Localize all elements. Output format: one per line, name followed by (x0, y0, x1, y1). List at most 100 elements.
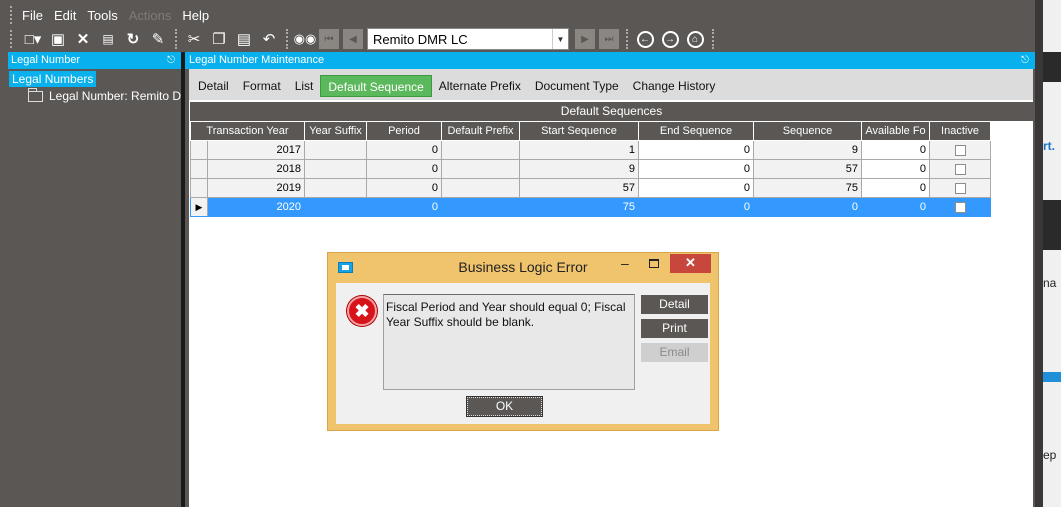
last-record-icon[interactable]: ⏭ (599, 29, 619, 49)
next-record-icon[interactable]: ▶ (575, 29, 595, 49)
cell-transaction-year[interactable]: 2019 (190, 178, 305, 198)
detail-button[interactable]: Detail (641, 295, 708, 314)
new-icon[interactable]: □▾ (22, 28, 44, 50)
inactive-checkbox[interactable] (954, 201, 966, 213)
menu-edit[interactable]: Edit (54, 8, 76, 23)
back-icon[interactable]: ← (634, 28, 656, 50)
cell-end-sequence[interactable]: 0 (638, 178, 754, 198)
toolbar-grip[interactable] (10, 30, 14, 48)
cell-year-suffix[interactable] (304, 178, 367, 198)
tab-default-sequence[interactable]: Default Sequence (320, 75, 432, 97)
tree-node-legal-number[interactable]: Legal Number: Remito D (28, 87, 181, 103)
undo-icon[interactable]: ↶ (258, 28, 280, 50)
cell-sequence[interactable]: 57 (753, 159, 862, 179)
maximize-icon[interactable] (649, 259, 659, 268)
cell-sequence[interactable]: 75 (753, 178, 862, 198)
cell-available-for[interactable]: 0 (861, 140, 930, 160)
cell-start-sequence[interactable]: 75 (519, 197, 639, 217)
refresh-icon[interactable]: ↻ (122, 28, 144, 50)
first-record-icon[interactable]: ⏮ (319, 29, 339, 49)
cell-sequence[interactable]: 9 (753, 140, 862, 160)
inactive-checkbox[interactable] (954, 163, 966, 175)
tab-detail[interactable]: Detail (191, 75, 236, 97)
close-icon[interactable]: ✕ (670, 254, 711, 273)
row-selector[interactable] (191, 179, 208, 197)
column-header-sequence[interactable]: Sequence (753, 121, 862, 141)
menubar-grip[interactable] (10, 6, 14, 24)
column-header-default-prefix[interactable]: Default Prefix (441, 121, 520, 141)
inactive-checkbox[interactable] (954, 144, 966, 156)
dialog-body: ✖ Fiscal Period and Year should equal 0;… (336, 283, 710, 424)
home-icon[interactable]: ⌂ (684, 28, 706, 50)
save-icon[interactable]: ▣ (47, 28, 69, 50)
open-book-icon[interactable]: ▤ (97, 28, 119, 50)
cell-end-sequence[interactable]: 0 (638, 140, 754, 160)
column-header-end-sequence[interactable]: End Sequence (638, 121, 754, 141)
table-row[interactable]: 2020 ▶ 0 75 0 0 0 (190, 197, 991, 217)
cell-period[interactable]: 0 (366, 159, 442, 179)
tab-change-history[interactable]: Change History (626, 75, 723, 97)
cell-period[interactable]: 0 (366, 140, 442, 160)
cell-year-suffix[interactable] (304, 140, 367, 160)
cell-period[interactable]: 0 (366, 178, 442, 198)
cell-default-prefix[interactable] (441, 159, 520, 179)
panel-splitter[interactable] (181, 52, 185, 507)
print-button[interactable]: Print (641, 319, 708, 338)
cell-start-sequence[interactable]: 57 (519, 178, 639, 198)
cell-period[interactable]: 0 (366, 197, 442, 217)
cell-default-prefix[interactable] (441, 178, 520, 198)
cell-transaction-year[interactable]: 2017 (190, 140, 305, 160)
tree-node-legal-numbers[interactable]: Legal Numbers (9, 71, 97, 87)
menu-file[interactable]: File (22, 8, 43, 23)
cell-transaction-year[interactable]: 2020 ▶ (190, 197, 305, 217)
column-header-period[interactable]: Period (366, 121, 442, 141)
copy-icon[interactable]: ❐ (208, 28, 230, 50)
inactive-checkbox[interactable] (954, 182, 966, 194)
cell-default-prefix[interactable] (441, 197, 520, 217)
cell-sequence[interactable]: 0 (753, 197, 862, 217)
table-row[interactable]: 2019 0 57 0 75 0 (190, 178, 991, 198)
error-message[interactable]: Fiscal Period and Year should equal 0; F… (383, 294, 635, 390)
pin-icon[interactable]: ⎋ (1021, 52, 1029, 69)
cell-default-prefix[interactable] (441, 140, 520, 160)
forward-icon[interactable]: → (659, 28, 681, 50)
row-selector[interactable] (191, 141, 208, 159)
table-row[interactable]: 2018 0 9 0 57 0 (190, 159, 991, 179)
tab-alternate-prefix[interactable]: Alternate Prefix (432, 75, 528, 97)
clear-broom-icon[interactable]: ✎ (147, 28, 169, 50)
tab-format[interactable]: Format (236, 75, 288, 97)
menu-help[interactable]: Help (182, 8, 209, 23)
column-header-year-suffix[interactable]: Year Suffix (304, 121, 367, 141)
tab-list[interactable]: List (288, 75, 321, 97)
column-header-transaction-year[interactable]: Transaction Year (190, 121, 305, 141)
cell-year-suffix[interactable] (304, 159, 367, 179)
previous-record-icon[interactable]: ◀ (343, 29, 363, 49)
cell-available-for[interactable]: 0 (861, 178, 930, 198)
cell-year-suffix[interactable] (304, 197, 367, 217)
delete-icon[interactable]: ✕ (72, 28, 94, 50)
tab-document-type[interactable]: Document Type (528, 75, 626, 97)
search-binoculars-icon[interactable]: ◉◉ (294, 28, 317, 50)
menu-tools[interactable]: Tools (87, 8, 117, 23)
current-row-arrow-icon[interactable]: ▶ (191, 198, 208, 216)
cell-start-sequence[interactable]: 1 (519, 140, 639, 160)
paste-icon[interactable]: ▤ (233, 28, 255, 50)
cut-icon[interactable]: ✂ (183, 28, 205, 50)
row-selector[interactable] (191, 160, 208, 178)
column-header-available-for[interactable]: Available Fo (861, 121, 930, 141)
minimize-icon[interactable]: – (621, 255, 629, 271)
cell-transaction-year[interactable]: 2018 (190, 159, 305, 179)
cell-available-for[interactable]: 0 (861, 159, 930, 179)
dialog-title-bar[interactable]: Business Logic Error – ✕ (328, 253, 718, 283)
cell-start-sequence[interactable]: 9 (519, 159, 639, 179)
column-header-inactive[interactable]: Inactive (929, 121, 991, 141)
company-dropdown[interactable]: Remito DMR LC ▼ (367, 28, 569, 50)
cell-end-sequence[interactable]: 0 (638, 197, 754, 217)
cell-available-for[interactable]: 0 (861, 197, 930, 217)
column-header-start-sequence[interactable]: Start Sequence (519, 121, 639, 141)
cell-end-sequence[interactable]: 0 (638, 159, 754, 179)
table-row[interactable]: 2017 0 1 0 9 0 (190, 140, 991, 160)
pin-icon[interactable]: ⎋ (167, 52, 175, 69)
chevron-down-icon[interactable]: ▼ (552, 29, 568, 49)
ok-button[interactable]: OK (466, 396, 543, 417)
